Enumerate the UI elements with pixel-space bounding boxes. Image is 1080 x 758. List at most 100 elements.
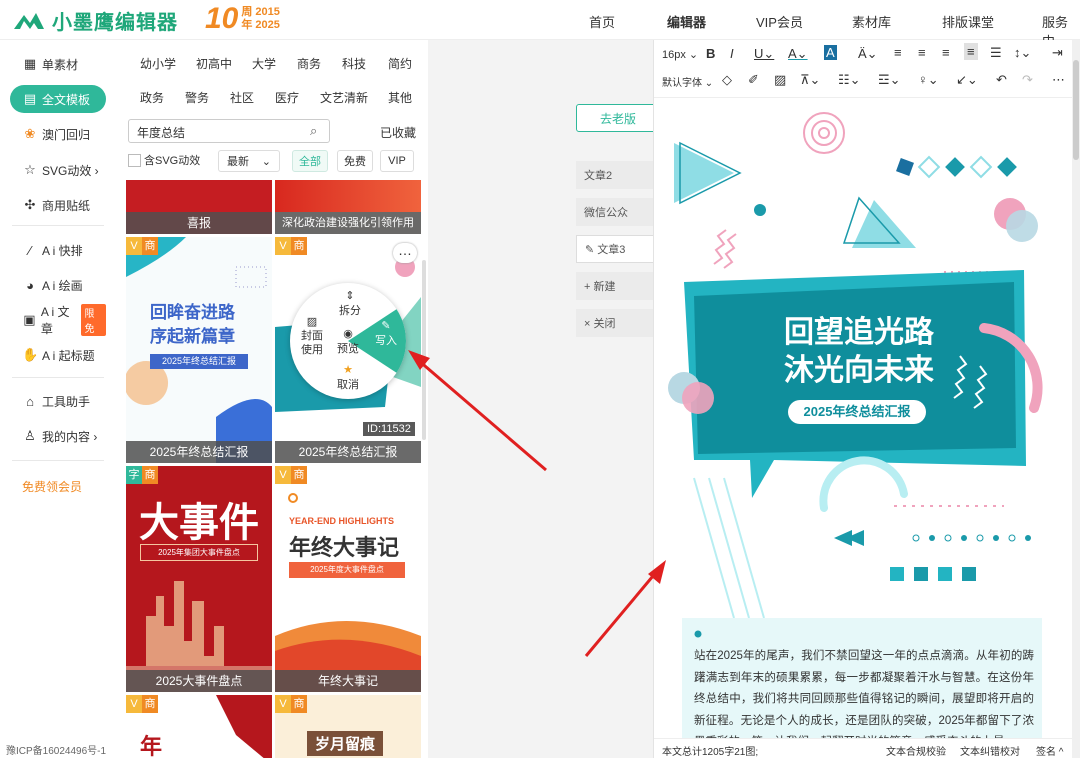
arrow-icon[interactable]: ↙⌄ <box>956 72 978 88</box>
radial-cover[interactable]: ▨ 封面 使用 <box>296 315 328 357</box>
radial-write[interactable]: ✎ 写入 <box>370 319 402 348</box>
logo[interactable]: 小墨鹰编辑器 <box>12 6 178 35</box>
paste-icon[interactable]: ⇥ <box>1052 45 1063 61</box>
card-subtitle: 2025年度大事件盘点 <box>289 562 405 578</box>
card-tags: V商 <box>275 237 307 255</box>
tag-business[interactable]: 商务 <box>297 55 321 72</box>
underline-icon[interactable]: U⌄ <box>754 46 774 62</box>
justify-icon[interactable]: ≡ <box>964 43 978 60</box>
sidebar-item-ai-title[interactable]: ✋ A i 起标题 <box>10 341 106 369</box>
star-icon: ★ <box>343 364 353 376</box>
card-title-line-1: 回眸奋进路 <box>150 303 235 322</box>
divider-icon[interactable]: ⊼⌄ <box>800 72 820 88</box>
paragraph-icon[interactable]: ☲⌄ <box>878 72 901 88</box>
italic-icon[interactable]: I <box>730 46 734 61</box>
align-left-icon[interactable]: ≡ <box>894 45 902 60</box>
card-tags: V商 <box>126 237 158 255</box>
new-doc-button[interactable]: + 新建 <box>576 272 656 300</box>
cover-headline: 回望追光路 沐光向未来 <box>754 314 964 390</box>
search-icon[interactable]: ⌕ <box>310 123 317 139</box>
svg-filter-checkbox[interactable]: 含SVG动效 <box>128 152 200 168</box>
template-card[interactable]: V商 回眸奋进路 序起新篇章 2025年终总结汇报 2025年终总结汇报 <box>126 237 272 463</box>
icp-record[interactable]: 豫ICP备16024496号-1 <box>6 742 106 757</box>
spacing-icon[interactable]: ☷⌄ <box>838 72 861 88</box>
signature-menu[interactable]: 签名 ^ <box>1036 743 1063 758</box>
doc-tab-article2[interactable]: 文章2 <box>576 161 656 189</box>
favorites-link[interactable]: 已收藏 <box>380 124 416 141</box>
doc-tab-wechat[interactable]: 微信公众 <box>576 198 656 226</box>
nav-materials[interactable]: 素材库 <box>852 12 891 31</box>
tag-simple[interactable]: 简约 <box>388 55 412 72</box>
nav-vip[interactable]: VIP会员 <box>756 12 803 31</box>
font-family-select[interactable]: 默认字体 ⌄ <box>662 74 713 89</box>
sidebar-item-my-content[interactable]: ♙ 我的内容 › <box>10 422 106 450</box>
align-right-icon[interactable]: ≡ <box>942 45 950 60</box>
template-search-input[interactable]: 年度总结 <box>128 119 330 143</box>
more-icon[interactable]: ⋯ <box>1052 72 1065 88</box>
filter-vip[interactable]: VIP <box>380 150 414 172</box>
sidebar-item-ai-layout[interactable]: ⁄ A i 快排 <box>10 236 106 264</box>
radial-cancel[interactable]: ★ 取消 <box>332 363 364 392</box>
doc-tab-article3[interactable]: ✎ 文章3 <box>576 235 656 263</box>
filter-free[interactable]: 免费 <box>337 150 373 172</box>
proofread-link[interactable]: 文本纠错校对 <box>960 743 1020 758</box>
filter-all[interactable]: 全部 <box>292 150 328 172</box>
vip-tag: V <box>126 237 142 255</box>
template-card[interactable]: V商 年 <box>126 695 272 758</box>
template-card[interactable]: V商 YEAR-END HIGHLIGHTS 年终大事记 2025年度大事件盘点… <box>275 466 421 692</box>
close-doc-button[interactable]: × 关闭 <box>576 309 656 337</box>
tag-police[interactable]: 警务 <box>185 89 209 106</box>
editor-scrollbar[interactable] <box>1072 40 1080 758</box>
tag-university[interactable]: 大学 <box>252 55 276 72</box>
template-card[interactable]: 深化政治建设强化引领作用 <box>275 180 421 234</box>
tag-tech[interactable]: 科技 <box>342 55 366 72</box>
nav-editor[interactable]: 编辑器 <box>667 12 706 31</box>
eraser-icon[interactable]: ◇ <box>722 72 732 88</box>
tag-gov[interactable]: 政务 <box>140 89 164 106</box>
radial-split[interactable]: ⇕ 拆分 <box>334 289 366 318</box>
sidebar-item-ai-draw[interactable]: ◕ A i 绘画 <box>10 271 106 299</box>
line-height-icon[interactable]: ↕⌄ <box>1014 45 1031 61</box>
font-color-icon[interactable]: A⌄ <box>788 46 808 62</box>
compliance-check-link[interactable]: 文本合规校验 <box>886 743 946 758</box>
text-effect-icon[interactable]: Ä⌄ <box>858 46 878 62</box>
font-size-select[interactable]: 16px ⌄ <box>662 48 698 61</box>
sidebar-item-tools[interactable]: ⌂ 工具助手 <box>10 387 106 415</box>
font-size-value: 16px <box>662 49 686 61</box>
tag-highschool[interactable]: 初高中 <box>196 55 232 72</box>
scrollbar-thumb[interactable] <box>1073 60 1079 160</box>
sidebar-item-templates[interactable]: ▤ 全文模板 <box>10 85 106 113</box>
highlight-icon[interactable]: A <box>824 45 837 60</box>
bulb-icon[interactable]: ♀⌄ <box>918 72 939 88</box>
sidebar-item-single[interactable]: ▦ 单素材 <box>10 50 106 78</box>
tag-medical[interactable]: 医疗 <box>275 89 299 106</box>
template-card[interactable]: 喜报 <box>126 180 272 234</box>
indent-icon[interactable]: ☰ <box>990 45 1002 61</box>
bold-icon[interactable]: B <box>706 46 715 61</box>
tag-primary[interactable]: 幼小学 <box>140 55 176 72</box>
sidebar-item-stickers[interactable]: ✣ 商用贴纸 <box>10 191 106 219</box>
old-version-button[interactable]: 去老版 <box>576 104 660 132</box>
tag-community[interactable]: 社区 <box>230 89 254 106</box>
undo-icon[interactable]: ↶ <box>996 72 1007 88</box>
sidebar-item-svg[interactable]: ☆ SVG动效 › <box>10 156 106 184</box>
status-bar: 本文总计1205字21图; 文本合规校验 文本纠错校对 签名 ^ <box>654 738 1074 758</box>
redo-icon[interactable]: ↷ <box>1022 72 1033 88</box>
sort-dropdown[interactable]: 最新 ⌄ <box>218 150 280 172</box>
template-card[interactable]: 字商 大事件 2025年集团大事件盘点 2025大事件盘点 <box>126 466 272 692</box>
free-member-link[interactable]: 免费领会员 <box>10 472 106 500</box>
sidebar-item-ai-article[interactable]: ▣ A i 文章 限免 <box>10 304 106 336</box>
radial-preview[interactable]: ◉ 预览 <box>332 327 364 356</box>
more-options-icon[interactable]: … <box>393 243 417 263</box>
tag-literary[interactable]: 文艺清新 <box>320 89 368 106</box>
sidebar-item-macau[interactable]: ❀ 澳门回归 <box>10 120 106 148</box>
tag-other[interactable]: 其他 <box>388 89 412 106</box>
body-paragraph[interactable]: 站在2025年的尾声，我们不禁回望这一年的点点滴滴。从年初的踌躇满志到年末的硕果… <box>694 646 1034 738</box>
align-center-icon[interactable]: ≡ <box>918 45 926 60</box>
format-brush-icon[interactable]: ✐ <box>748 72 759 88</box>
editor-canvas[interactable]: 回望追光路 沐光向未来 2025年终总结汇报 站在2025年的尾声，我们不禁回望… <box>654 98 1064 738</box>
nav-classes[interactable]: 排版课堂 <box>942 12 994 31</box>
template-card[interactable]: V商 岁月留痕 <box>275 695 421 758</box>
nav-home[interactable]: 首页 <box>589 12 615 31</box>
image-icon[interactable]: ▨ <box>774 72 786 88</box>
